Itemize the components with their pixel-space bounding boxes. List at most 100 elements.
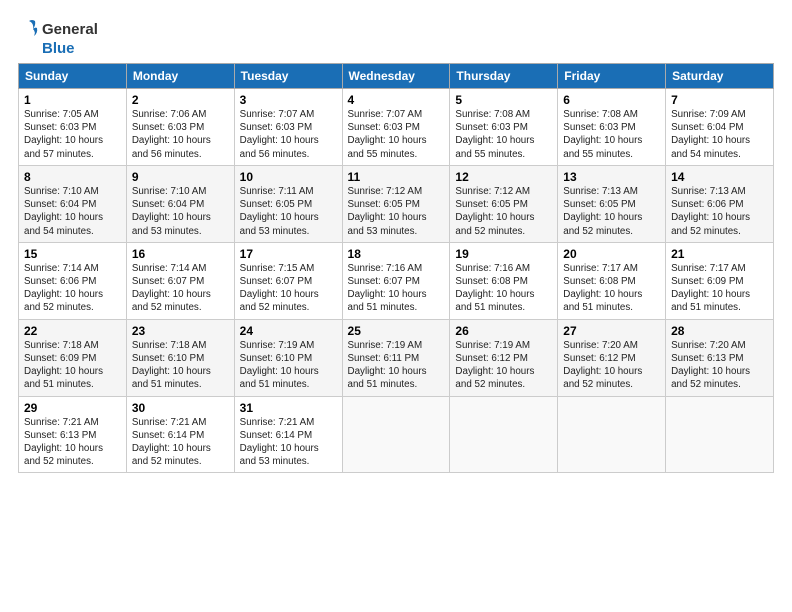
day-detail: Sunrise: 7:07 AMSunset: 6:03 PMDaylight:… [240, 109, 319, 160]
day-number: 31 [240, 401, 337, 415]
day-number: 21 [671, 247, 768, 261]
day-number: 8 [24, 170, 121, 184]
day-number: 27 [563, 324, 660, 338]
day-detail: Sunrise: 7:19 AMSunset: 6:12 PMDaylight:… [455, 340, 534, 391]
day-number: 16 [132, 247, 229, 261]
day-number: 12 [455, 170, 552, 184]
calendar-cell: 23 Sunrise: 7:18 AMSunset: 6:10 PMDaylig… [126, 319, 234, 396]
day-number: 17 [240, 247, 337, 261]
calendar-week-row: 15 Sunrise: 7:14 AMSunset: 6:06 PMDaylig… [19, 242, 774, 319]
calendar-cell: 24 Sunrise: 7:19 AMSunset: 6:10 PMDaylig… [234, 319, 342, 396]
calendar-cell: 21 Sunrise: 7:17 AMSunset: 6:09 PMDaylig… [666, 242, 774, 319]
calendar-day-header: Monday [126, 64, 234, 89]
day-number: 5 [455, 93, 552, 107]
day-number: 28 [671, 324, 768, 338]
calendar-cell: 16 Sunrise: 7:14 AMSunset: 6:07 PMDaylig… [126, 242, 234, 319]
day-number: 6 [563, 93, 660, 107]
day-number: 20 [563, 247, 660, 261]
calendar-cell [342, 396, 450, 473]
calendar-cell: 8 Sunrise: 7:10 AMSunset: 6:04 PMDayligh… [19, 165, 127, 242]
calendar-week-row: 29 Sunrise: 7:21 AMSunset: 6:13 PMDaylig… [19, 396, 774, 473]
calendar-week-row: 1 Sunrise: 7:05 AMSunset: 6:03 PMDayligh… [19, 89, 774, 166]
calendar-cell: 31 Sunrise: 7:21 AMSunset: 6:14 PMDaylig… [234, 396, 342, 473]
day-detail: Sunrise: 7:11 AMSunset: 6:05 PMDaylight:… [240, 186, 319, 237]
day-number: 30 [132, 401, 229, 415]
calendar-cell: 25 Sunrise: 7:19 AMSunset: 6:11 PMDaylig… [342, 319, 450, 396]
header: General Blue [18, 18, 774, 57]
calendar-cell: 11 Sunrise: 7:12 AMSunset: 6:05 PMDaylig… [342, 165, 450, 242]
day-number: 25 [348, 324, 445, 338]
calendar-cell [450, 396, 558, 473]
day-detail: Sunrise: 7:21 AMSunset: 6:13 PMDaylight:… [24, 417, 103, 468]
day-detail: Sunrise: 7:17 AMSunset: 6:09 PMDaylight:… [671, 263, 750, 314]
page-container: General Blue SundayMondayTuesdayWednesda… [0, 0, 792, 483]
day-number: 9 [132, 170, 229, 184]
calendar-cell: 20 Sunrise: 7:17 AMSunset: 6:08 PMDaylig… [558, 242, 666, 319]
calendar-cell: 22 Sunrise: 7:18 AMSunset: 6:09 PMDaylig… [19, 319, 127, 396]
day-detail: Sunrise: 7:16 AMSunset: 6:07 PMDaylight:… [348, 263, 427, 314]
day-detail: Sunrise: 7:14 AMSunset: 6:07 PMDaylight:… [132, 263, 211, 314]
day-detail: Sunrise: 7:15 AMSunset: 6:07 PMDaylight:… [240, 263, 319, 314]
day-detail: Sunrise: 7:16 AMSunset: 6:08 PMDaylight:… [455, 263, 534, 314]
calendar-cell: 9 Sunrise: 7:10 AMSunset: 6:04 PMDayligh… [126, 165, 234, 242]
day-number: 24 [240, 324, 337, 338]
day-number: 4 [348, 93, 445, 107]
day-detail: Sunrise: 7:06 AMSunset: 6:03 PMDaylight:… [132, 109, 211, 160]
day-detail: Sunrise: 7:08 AMSunset: 6:03 PMDaylight:… [563, 109, 642, 160]
day-number: 7 [671, 93, 768, 107]
day-detail: Sunrise: 7:19 AMSunset: 6:11 PMDaylight:… [348, 340, 427, 391]
calendar-day-header: Friday [558, 64, 666, 89]
calendar-day-header: Saturday [666, 64, 774, 89]
calendar-week-row: 8 Sunrise: 7:10 AMSunset: 6:04 PMDayligh… [19, 165, 774, 242]
day-detail: Sunrise: 7:21 AMSunset: 6:14 PMDaylight:… [240, 417, 319, 468]
calendar-cell: 5 Sunrise: 7:08 AMSunset: 6:03 PMDayligh… [450, 89, 558, 166]
day-number: 26 [455, 324, 552, 338]
calendar-cell: 18 Sunrise: 7:16 AMSunset: 6:07 PMDaylig… [342, 242, 450, 319]
day-detail: Sunrise: 7:10 AMSunset: 6:04 PMDaylight:… [24, 186, 103, 237]
calendar-cell: 1 Sunrise: 7:05 AMSunset: 6:03 PMDayligh… [19, 89, 127, 166]
calendar-cell: 3 Sunrise: 7:07 AMSunset: 6:03 PMDayligh… [234, 89, 342, 166]
day-number: 29 [24, 401, 121, 415]
logo-text: General Blue [18, 18, 98, 57]
day-detail: Sunrise: 7:09 AMSunset: 6:04 PMDaylight:… [671, 109, 750, 160]
day-number: 18 [348, 247, 445, 261]
day-detail: Sunrise: 7:18 AMSunset: 6:09 PMDaylight:… [24, 340, 103, 391]
calendar-day-header: Thursday [450, 64, 558, 89]
logo: General Blue [18, 18, 98, 57]
day-detail: Sunrise: 7:08 AMSunset: 6:03 PMDaylight:… [455, 109, 534, 160]
calendar-cell: 26 Sunrise: 7:19 AMSunset: 6:12 PMDaylig… [450, 319, 558, 396]
day-detail: Sunrise: 7:13 AMSunset: 6:05 PMDaylight:… [563, 186, 642, 237]
calendar-cell: 12 Sunrise: 7:12 AMSunset: 6:05 PMDaylig… [450, 165, 558, 242]
calendar-cell: 7 Sunrise: 7:09 AMSunset: 6:04 PMDayligh… [666, 89, 774, 166]
calendar-table: SundayMondayTuesdayWednesdayThursdayFrid… [18, 63, 774, 473]
calendar-day-header: Sunday [19, 64, 127, 89]
calendar-cell: 30 Sunrise: 7:21 AMSunset: 6:14 PMDaylig… [126, 396, 234, 473]
day-detail: Sunrise: 7:13 AMSunset: 6:06 PMDaylight:… [671, 186, 750, 237]
day-detail: Sunrise: 7:17 AMSunset: 6:08 PMDaylight:… [563, 263, 642, 314]
day-detail: Sunrise: 7:20 AMSunset: 6:13 PMDaylight:… [671, 340, 750, 391]
calendar-cell: 6 Sunrise: 7:08 AMSunset: 6:03 PMDayligh… [558, 89, 666, 166]
calendar-week-row: 22 Sunrise: 7:18 AMSunset: 6:09 PMDaylig… [19, 319, 774, 396]
logo-bird-icon [18, 18, 40, 40]
day-number: 14 [671, 170, 768, 184]
calendar-cell: 2 Sunrise: 7:06 AMSunset: 6:03 PMDayligh… [126, 89, 234, 166]
day-detail: Sunrise: 7:12 AMSunset: 6:05 PMDaylight:… [455, 186, 534, 237]
calendar-cell: 28 Sunrise: 7:20 AMSunset: 6:13 PMDaylig… [666, 319, 774, 396]
calendar-cell: 29 Sunrise: 7:21 AMSunset: 6:13 PMDaylig… [19, 396, 127, 473]
calendar-cell: 10 Sunrise: 7:11 AMSunset: 6:05 PMDaylig… [234, 165, 342, 242]
day-detail: Sunrise: 7:18 AMSunset: 6:10 PMDaylight:… [132, 340, 211, 391]
day-number: 13 [563, 170, 660, 184]
day-number: 1 [24, 93, 121, 107]
calendar-cell: 19 Sunrise: 7:16 AMSunset: 6:08 PMDaylig… [450, 242, 558, 319]
day-detail: Sunrise: 7:19 AMSunset: 6:10 PMDaylight:… [240, 340, 319, 391]
day-detail: Sunrise: 7:14 AMSunset: 6:06 PMDaylight:… [24, 263, 103, 314]
calendar-cell [666, 396, 774, 473]
day-detail: Sunrise: 7:07 AMSunset: 6:03 PMDaylight:… [348, 109, 427, 160]
calendar-cell: 17 Sunrise: 7:15 AMSunset: 6:07 PMDaylig… [234, 242, 342, 319]
day-detail: Sunrise: 7:20 AMSunset: 6:12 PMDaylight:… [563, 340, 642, 391]
day-detail: Sunrise: 7:21 AMSunset: 6:14 PMDaylight:… [132, 417, 211, 468]
calendar-cell: 13 Sunrise: 7:13 AMSunset: 6:05 PMDaylig… [558, 165, 666, 242]
calendar-day-header: Wednesday [342, 64, 450, 89]
day-number: 10 [240, 170, 337, 184]
day-detail: Sunrise: 7:12 AMSunset: 6:05 PMDaylight:… [348, 186, 427, 237]
